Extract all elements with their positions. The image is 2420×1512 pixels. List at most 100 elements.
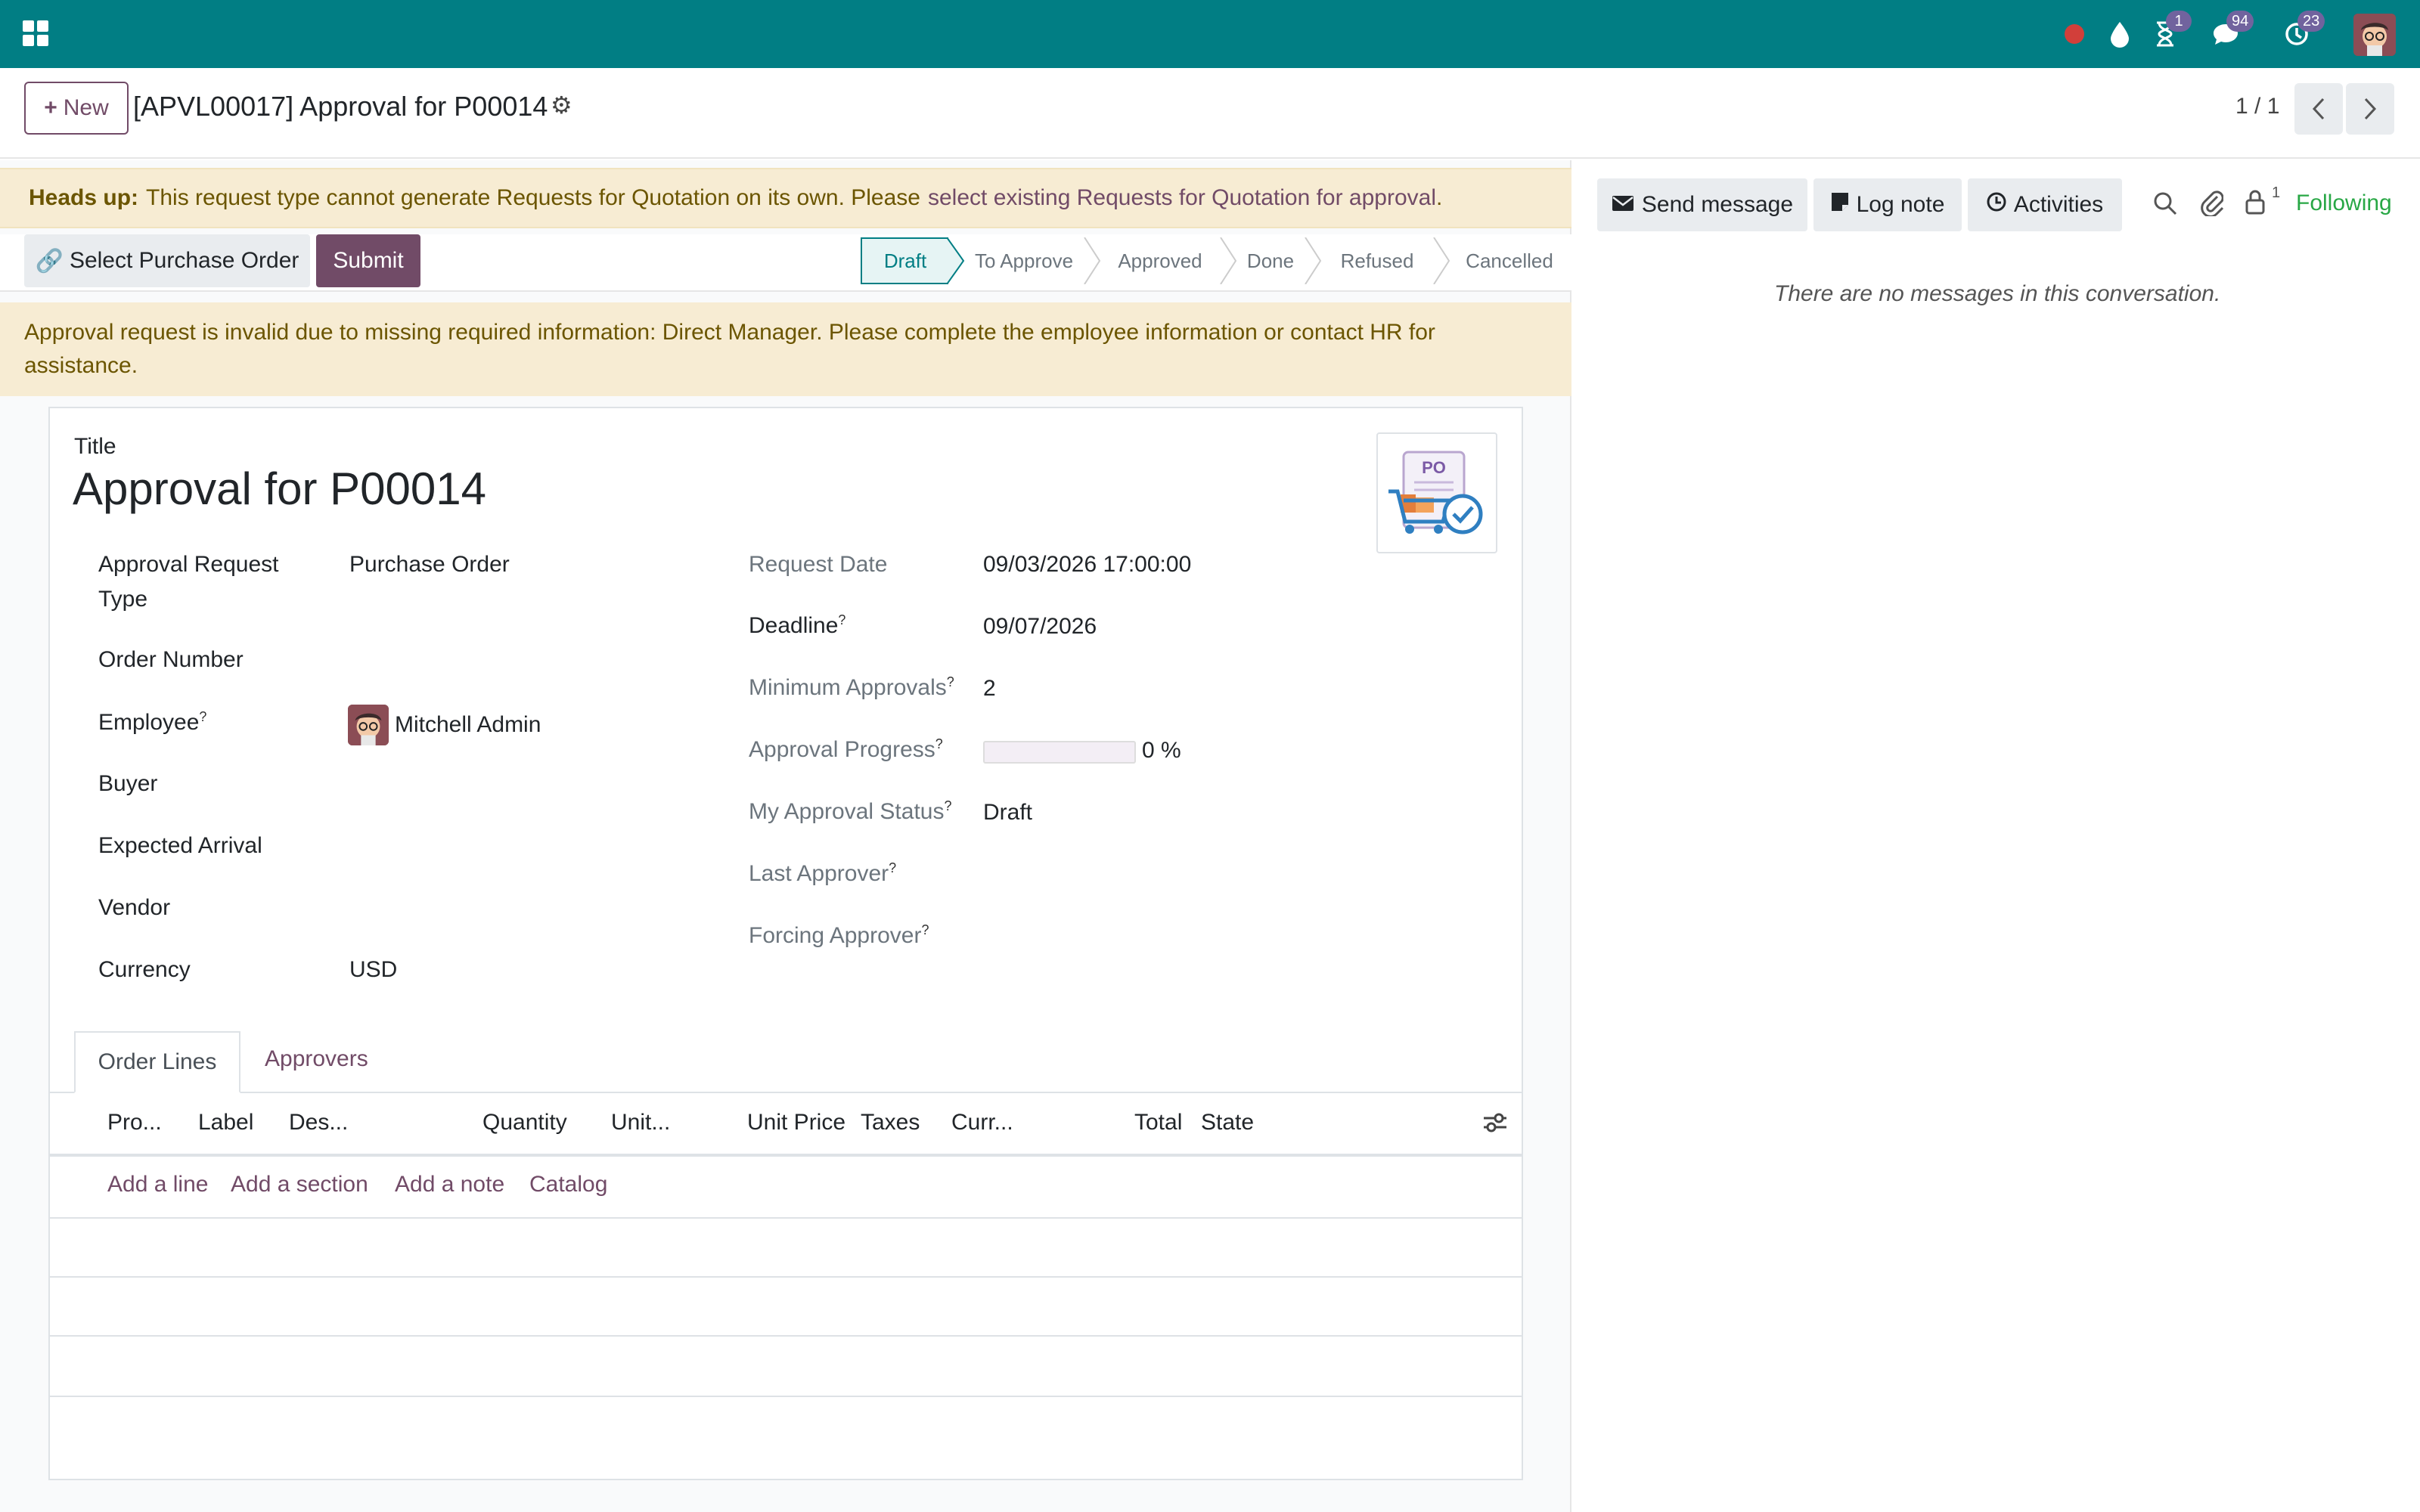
table-row (48, 1276, 1523, 1278)
stage-draft[interactable]: Draft (861, 237, 948, 284)
plus-icon: + (44, 95, 57, 120)
vendor-label: Vendor (98, 895, 171, 920)
pager-next-button[interactable] (2346, 83, 2394, 135)
order-number-label: Order Number (98, 647, 244, 672)
deadline-value[interactable]: 09/07/2026 (983, 614, 1097, 640)
followers-lock-icon[interactable] (2245, 189, 2266, 221)
invalid-alert-line-1: Approval request is invalid due to missi… (24, 320, 1435, 345)
recording-indicator-icon[interactable] (2065, 24, 2084, 44)
stage-separator (1305, 237, 1322, 284)
updates-icon[interactable]: 23 (2279, 11, 2325, 51)
submit-button[interactable]: Submit (316, 234, 420, 287)
help-mark[interactable]: ? (199, 709, 206, 724)
help-mark[interactable]: ? (947, 674, 954, 689)
add-a-section-link[interactable]: Add a section (231, 1172, 368, 1198)
currency-label: Currency (98, 957, 191, 982)
help-mark[interactable]: ? (935, 736, 943, 751)
apps-menu-icon[interactable] (23, 20, 48, 46)
tabs-divider (48, 1092, 1523, 1093)
tab-approvers[interactable]: Approvers (265, 1046, 368, 1072)
pager-value[interactable]: 1 / 1 (2235, 94, 2279, 119)
add-a-line-link[interactable]: Add a line (107, 1172, 208, 1198)
table-row (48, 1396, 1523, 1397)
search-icon[interactable] (2152, 191, 2178, 222)
new-button[interactable]: + New (24, 82, 129, 135)
currency-value[interactable]: USD (349, 957, 397, 983)
minimum-approvals-label-text: Minimum Approvals (749, 675, 947, 700)
breadcrumb-record-title: [APVL00017] Approval for P00014 (133, 91, 548, 122)
following-button[interactable]: Following (2296, 191, 2392, 216)
help-mark[interactable]: ? (944, 798, 951, 813)
optional-columns-toggle-icon[interactable] (1482, 1111, 1508, 1140)
column-header-quantity[interactable]: Quantity (482, 1110, 567, 1136)
column-header-product[interactable]: Pro... (107, 1110, 162, 1136)
select-purchase-order-label: Select Purchase Order (69, 248, 299, 273)
stage-to-approve[interactable]: To Approve (965, 237, 1083, 284)
stage-separator (1220, 237, 1237, 284)
approval-progress-label: Approval Progress? (749, 736, 943, 763)
log-note-button[interactable]: Log note (1813, 178, 1962, 231)
user-avatar[interactable] (2353, 14, 2396, 56)
select-purchase-order-button[interactable]: 🔗 Select Purchase Order (24, 234, 310, 287)
title-input[interactable]: Approval for P00014 (73, 463, 486, 515)
droplet-icon[interactable] (2102, 17, 2137, 51)
chevron-right-icon (2364, 98, 2377, 120)
request-date-value: 09/03/2026 17:00:00 (983, 552, 1192, 577)
approval-request-type-value[interactable]: Purchase Order (349, 552, 510, 578)
top-navbar: 1 94 23 (0, 0, 2420, 68)
gear-icon[interactable]: ⚙ (551, 91, 572, 119)
help-mark[interactable]: ? (889, 860, 896, 875)
link-icon: 🔗 (35, 248, 64, 274)
help-mark[interactable]: ? (921, 922, 929, 937)
po-cart-icon: PO (1388, 451, 1483, 534)
new-button-label: New (63, 95, 109, 120)
stage-cancelled[interactable]: Cancelled (1450, 237, 1568, 284)
invalid-request-alert: Approval request is invalid due to missi… (0, 302, 1571, 396)
activities-button[interactable]: Activities (1968, 178, 2122, 231)
note-icon (1831, 192, 1849, 218)
minimum-approvals-label: Minimum Approvals? (749, 674, 954, 701)
employee-label: Employee? (98, 709, 206, 736)
table-row (48, 1217, 1523, 1219)
add-a-note-link[interactable]: Add a note (395, 1172, 504, 1198)
select-existing-rfq-link[interactable]: select existing Requests for Quotation f… (928, 185, 1436, 211)
employee-label-text: Employee (98, 710, 200, 735)
activities-label: Activities (2013, 192, 2104, 217)
deadline-label: Deadline? (749, 612, 845, 639)
catalog-link[interactable]: Catalog (529, 1172, 607, 1198)
employee-avatar[interactable] (348, 705, 389, 745)
stage-refused[interactable]: Refused (1322, 237, 1432, 284)
tab-order-lines[interactable]: Order Lines (74, 1031, 240, 1093)
column-header-description[interactable]: Des... (289, 1110, 348, 1136)
messages-icon[interactable]: 94 (2208, 11, 2254, 51)
paperclip-icon[interactable] (2201, 189, 2224, 222)
minimum-approvals-value: 2 (983, 676, 996, 701)
column-header-taxes[interactable]: Taxes (861, 1110, 920, 1136)
column-header-label[interactable]: Label (198, 1110, 253, 1136)
forcing-approver-label-text: Forcing Approver (749, 923, 922, 948)
control-panel: + New [APVL00017] Approval for P00014 ⚙ … (0, 68, 2420, 159)
activities-clock-icon[interactable]: 1 (2148, 11, 2192, 51)
stage-approved[interactable]: Approved (1101, 237, 1219, 284)
forcing-approver-label: Forcing Approver? (749, 922, 929, 949)
column-header-total[interactable]: Total (1134, 1110, 1182, 1136)
clock-icon (1987, 192, 2006, 218)
expected-arrival-label: Expected Arrival (98, 833, 262, 858)
column-header-state[interactable]: State (1201, 1110, 1254, 1136)
employee-value[interactable]: Mitchell Admin (395, 712, 541, 738)
column-header-unit[interactable]: Unit... (611, 1110, 670, 1136)
column-header-unit-price[interactable]: Unit Price (747, 1110, 845, 1136)
purchase-order-image[interactable]: PO (1376, 432, 1497, 553)
approval-progress-label-text: Approval Progress (749, 737, 935, 762)
envelope-icon (1612, 192, 1634, 218)
send-message-label: Send message (1641, 192, 1794, 217)
my-approval-status-value: Draft (983, 800, 1033, 825)
help-mark[interactable]: ? (838, 612, 845, 627)
column-header-currency[interactable]: Curr... (951, 1110, 1013, 1136)
approval-progress-bar (983, 741, 1136, 764)
stage-done[interactable]: Done (1237, 237, 1304, 284)
pager-previous-button[interactable] (2294, 83, 2343, 135)
send-message-button[interactable]: Send message (1597, 178, 1807, 231)
heads-up-alert: Heads up: This request type cannot gener… (0, 168, 1571, 228)
messages-badge: 94 (2226, 11, 2254, 32)
